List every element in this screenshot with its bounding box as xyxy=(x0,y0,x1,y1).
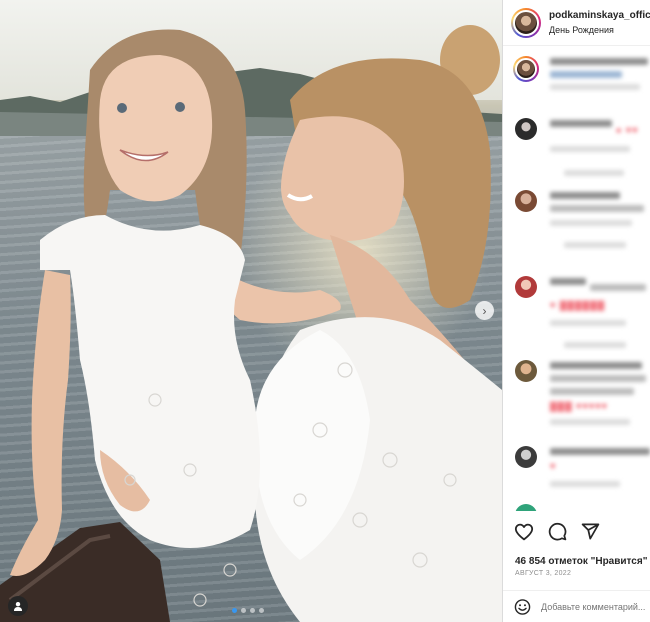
comments-list[interactable]: ● ♥♥ ♥ ▓▓▓▓▓▓ ▓▓▓ ♥♥♥♥♥ ♥ xyxy=(503,48,650,511)
post-actions xyxy=(514,522,600,541)
post-date[interactable]: АВГУСТ 3, 2022 xyxy=(515,570,571,577)
carousel-dot xyxy=(250,608,255,613)
avatar[interactable] xyxy=(515,504,537,511)
carousel-indicator xyxy=(232,608,264,613)
photo-figures xyxy=(0,25,502,622)
carousel-dot xyxy=(259,608,264,613)
post-header: podkaminskaya_official День Рождения xyxy=(503,0,650,46)
user-tag-icon xyxy=(14,602,22,611)
likes-count[interactable]: 46 854 отметок "Нравится" xyxy=(515,556,647,567)
avatar[interactable] xyxy=(515,276,537,298)
chevron-right-icon: › xyxy=(482,303,487,318)
comment-input[interactable] xyxy=(541,601,650,612)
tagged-users-button[interactable] xyxy=(8,596,28,616)
post-sidebar: podkaminskaya_official День Рождения ● ♥… xyxy=(502,0,650,622)
comment-icon[interactable] xyxy=(548,522,567,541)
next-slide-button[interactable]: › xyxy=(475,301,494,320)
post-photo[interactable]: › xyxy=(0,0,502,622)
avatar[interactable] xyxy=(515,118,537,140)
carousel-dot xyxy=(232,608,237,613)
avatar[interactable] xyxy=(511,7,541,38)
carousel-dot xyxy=(241,608,246,613)
add-comment-bar xyxy=(503,590,650,622)
emoji-icon[interactable] xyxy=(514,598,531,616)
post-username[interactable]: podkaminskaya_official xyxy=(549,8,650,23)
avatar[interactable] xyxy=(515,446,537,468)
heart-icon[interactable] xyxy=(514,523,534,541)
avatar[interactable] xyxy=(515,190,537,212)
caption-avatar[interactable] xyxy=(513,56,539,82)
avatar[interactable] xyxy=(515,360,537,382)
post-location[interactable]: День Рождения xyxy=(549,23,650,38)
share-icon[interactable] xyxy=(581,522,600,541)
